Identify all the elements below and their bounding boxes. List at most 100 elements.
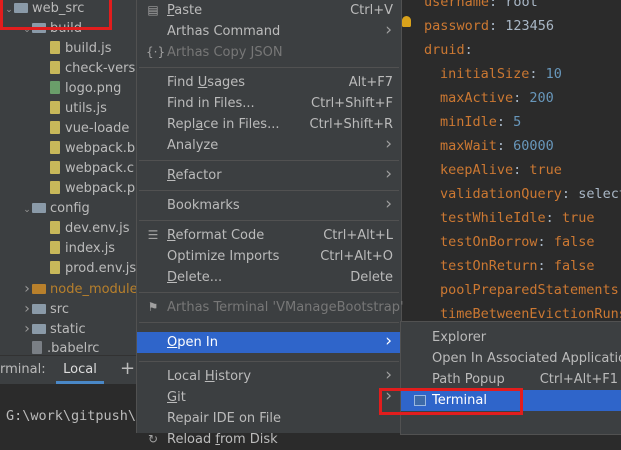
yaml-key: keepAlive — [440, 162, 514, 178]
tree-item[interactable]: prod.env.js — [0, 259, 136, 279]
menu-item-reformat-code[interactable]: ☰ Reformat Code Ctrl+Alt+L — [137, 225, 401, 246]
menu-item-find-usages[interactable]: Find Usages Alt+F7 — [137, 72, 401, 93]
menu-item-shortcut: Alt+F7 — [348, 75, 393, 90]
config-file-icon — [32, 341, 42, 354]
context-menu: ▤ Paste Ctrl+V Arthas Command › {·} Arthas Cop… — [136, 0, 404, 447]
tree-item[interactable]: dev.env.js — [0, 219, 136, 239]
yaml-value: false — [553, 234, 595, 250]
js-file-icon — [50, 261, 60, 274]
js-file-icon — [50, 141, 60, 154]
tree-item-label: build.js — [65, 41, 112, 56]
menu-item-find-in-files[interactable]: Find in Files... Ctrl+Shift+F — [137, 93, 401, 114]
menu-item-open-in[interactable]: Open In › — [137, 332, 401, 353]
menu-item-shortcut: Delete — [350, 270, 393, 285]
menu-separator — [139, 292, 399, 293]
tab-local[interactable]: Local — [56, 356, 104, 384]
tree-item-label: webpack.b — [65, 141, 136, 156]
yaml-value: 10 — [545, 66, 562, 82]
tree-item-label: dev.env.js — [65, 221, 130, 236]
yaml-value: 123456 — [505, 18, 555, 34]
code-line: testWhileIdle: true — [440, 206, 594, 230]
js-file-icon — [50, 121, 60, 134]
yaml-colon: : — [513, 162, 530, 178]
tree-item-label: vue-loade — [65, 121, 130, 136]
menu-item-bookmarks[interactable]: Bookmarks › — [137, 195, 401, 216]
tree-item[interactable]: › static — [0, 319, 136, 339]
yaml-value: true — [561, 210, 595, 226]
folder-icon — [32, 284, 46, 294]
tree-item[interactable]: › node_module — [0, 279, 136, 299]
tree-item[interactable]: webpack.b — [0, 139, 136, 159]
tree-item[interactable]: build.js — [0, 39, 136, 59]
tree-item[interactable]: .babelrc — [0, 339, 136, 355]
menu-item-delete[interactable]: Delete... Delete — [137, 267, 401, 288]
js-file-icon — [50, 161, 60, 174]
reload-icon: ↻ — [147, 432, 159, 446]
tree-item[interactable]: ⌄ config — [0, 199, 136, 219]
menu-separator — [139, 322, 399, 323]
chevron-right-icon[interactable]: › — [22, 319, 32, 339]
tree-item-label: config — [50, 201, 90, 216]
menu-separator — [139, 67, 399, 68]
tree-item-label: webpack.c — [65, 161, 135, 176]
tree-item[interactable]: webpack.p — [0, 179, 136, 199]
reformat-icon: ☰ — [147, 228, 159, 242]
yaml-value: true — [529, 162, 562, 178]
menu-item-shortcut: Ctrl+V — [350, 3, 393, 18]
menu-item-paste[interactable]: ▤ Paste Ctrl+V — [137, 0, 401, 21]
code-line: druid: — [424, 38, 473, 62]
menu-item-analyze[interactable]: Analyze › — [137, 135, 401, 156]
yaml-key: poolPreparedStatements — [440, 282, 619, 298]
menu-item-label: Delete... — [167, 270, 223, 285]
yaml-key: timeBetweenEvictionRuns — [440, 306, 621, 322]
chevron-right-icon[interactable]: › — [22, 279, 32, 299]
tree-item[interactable]: check-vers — [0, 59, 136, 79]
js-file-icon — [50, 241, 60, 254]
chevron-right-icon[interactable]: › — [22, 299, 32, 319]
tree-item[interactable]: › src — [0, 299, 136, 319]
tree-item[interactable]: index.js — [0, 239, 136, 259]
menu-separator — [139, 160, 399, 161]
tree-item[interactable]: logo.png — [0, 79, 136, 99]
chevron-right-icon: › — [385, 20, 392, 40]
submenu-item-path-popup[interactable]: Path Popup Ctrl+Alt+F1 — [401, 369, 621, 390]
yaml-colon: : — [489, 0, 506, 10]
menu-item-label: Replace in Files... — [167, 117, 280, 132]
terminal-body[interactable]: G:\work\gitpush\ — [0, 384, 136, 433]
yaml-key: testOnBorrow — [440, 234, 538, 250]
menu-item-replace-in-files[interactable]: Replace in Files... Ctrl+Shift+R — [137, 114, 401, 135]
menu-item-label: Repair IDE on File — [167, 411, 282, 426]
code-line: password: 123456 — [424, 14, 554, 38]
menu-item-label: Open In — [167, 335, 218, 350]
add-tab-button[interactable]: + — [120, 358, 135, 379]
menu-item-arthas-copy-json: {·} Arthas Copy JSON — [137, 42, 401, 63]
code-line: minIdle: 5 — [440, 110, 521, 134]
menu-item-reload-from-disk[interactable]: ↻ Reload from Disk — [137, 429, 401, 450]
chevron-down-icon[interactable]: ⌄ — [22, 200, 32, 220]
folder-icon — [32, 203, 46, 213]
yaml-key: maxWait — [440, 138, 497, 154]
menu-item-repair-ide-on-file[interactable]: Repair IDE on File — [137, 408, 401, 429]
menu-item-label: Local History — [167, 369, 252, 384]
menu-item-optimize-imports[interactable]: Optimize Imports Ctrl+Alt+O — [137, 246, 401, 267]
menu-separator — [139, 361, 399, 362]
tree-item[interactable]: vue-loade — [0, 119, 136, 139]
tree-item[interactable]: utils.js — [0, 99, 136, 119]
menu-item-arthas-terminal-vmanagebootstrap: ⚑ Arthas Terminal 'VManageBootstrap' — [137, 297, 404, 318]
tree-item[interactable]: webpack.c — [0, 159, 136, 179]
menu-item-shortcut: Ctrl+Alt+L — [323, 228, 393, 243]
submenu-item-open-in-associated-application[interactable]: Open In Associated Application — [401, 348, 621, 369]
menu-item-arthas-command[interactable]: Arthas Command › — [137, 21, 401, 42]
submenu-item-explorer[interactable]: Explorer — [401, 327, 621, 348]
yaml-value: false — [553, 258, 595, 274]
menu-item-label: Reload from Disk — [167, 432, 278, 447]
yaml-value: 60000 — [513, 138, 554, 154]
submenu-item-shortcut: Ctrl+Alt+F1 — [539, 372, 618, 387]
menu-item-refactor[interactable]: Refactor › — [137, 165, 401, 186]
json-icon: {·} — [146, 45, 166, 59]
menu-item-git[interactable]: Git › — [137, 387, 401, 408]
menu-item-local-history[interactable]: Local History › — [137, 366, 401, 387]
menu-item-shortcut: Ctrl+Shift+F — [311, 96, 393, 111]
chevron-right-icon: › — [385, 365, 392, 385]
intention-bulb-icon[interactable] — [402, 16, 411, 27]
